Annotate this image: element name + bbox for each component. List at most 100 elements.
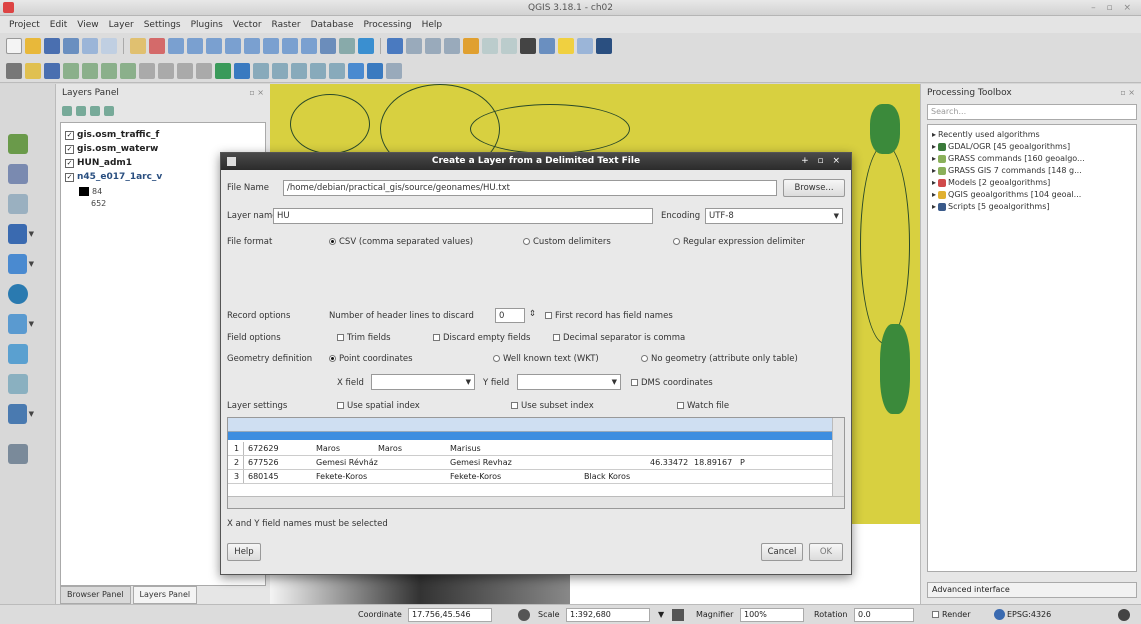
- trim-fields-checkbox[interactable]: Trim fields: [337, 333, 391, 343]
- layer-labeling-icon[interactable]: [234, 62, 250, 79]
- add-postgis-button[interactable]: ▼: [8, 222, 34, 246]
- pan-to-selection-icon[interactable]: [149, 38, 165, 54]
- cancel-button[interactable]: Cancel: [761, 543, 803, 561]
- file-name-input[interactable]: /home/debian/practical_gis/source/geonam…: [283, 180, 777, 196]
- scale-field[interactable]: 1:392,680: [566, 608, 650, 622]
- subset-index-checkbox[interactable]: Use subset index: [511, 401, 594, 411]
- layer-row[interactable]: ✓ gis.osm_traffic_f: [65, 129, 159, 141]
- browse-button[interactable]: Browse...: [783, 179, 845, 197]
- header-lines-spinbox[interactable]: 0: [495, 308, 525, 323]
- tree-item[interactable]: ▸ Recently used algorithms: [932, 129, 1040, 140]
- toggle-editing-icon[interactable]: [25, 62, 41, 79]
- add-feature-icon[interactable]: [63, 62, 79, 79]
- select-features-icon[interactable]: [406, 38, 422, 54]
- help-button[interactable]: Help: [227, 543, 261, 561]
- current-edits-icon[interactable]: [6, 62, 22, 79]
- y-field-select[interactable]: ▼: [517, 374, 621, 390]
- summary-icon[interactable]: [501, 38, 517, 54]
- tree-item[interactable]: ▸ GDAL/OGR [45 geoalgorithms]: [932, 141, 1070, 152]
- panel-controls[interactable]: ▫ ×: [1120, 84, 1135, 102]
- node-tool-icon[interactable]: [101, 62, 117, 79]
- add-wfs-button[interactable]: [8, 342, 34, 366]
- menu-database[interactable]: Database: [306, 20, 359, 30]
- watch-file-checkbox[interactable]: Watch file: [677, 401, 729, 411]
- format-regex-radio[interactable]: Regular expression delimiter: [673, 237, 805, 247]
- spatial-index-checkbox[interactable]: Use spatial index: [337, 401, 420, 411]
- add-vector-layer-button[interactable]: [8, 132, 34, 156]
- copy-features-icon[interactable]: [158, 62, 174, 79]
- add-group-icon[interactable]: [76, 106, 86, 116]
- statistics-icon[interactable]: [482, 38, 498, 54]
- menu-plugins[interactable]: Plugins: [186, 20, 228, 30]
- menu-help[interactable]: Help: [417, 20, 448, 30]
- menu-project[interactable]: Project: [4, 20, 45, 30]
- discard-empty-checkbox[interactable]: Discard empty fields: [433, 333, 530, 343]
- coordinate-field[interactable]: 17.756,45.546: [408, 608, 492, 622]
- encoding-select[interactable]: UTF-8 ▼: [705, 208, 843, 224]
- geom-wkt-radio[interactable]: Well known text (WKT): [493, 354, 599, 364]
- change-label-icon[interactable]: [329, 62, 345, 79]
- layer-visibility-checkbox[interactable]: ✓: [65, 158, 74, 168]
- ok-button[interactable]: OK: [809, 543, 843, 561]
- layer-row[interactable]: ✓ n45_e017_1arc_v: [65, 171, 162, 183]
- undo-icon[interactable]: [196, 62, 212, 79]
- add-spatialite-button[interactable]: ▼: [8, 252, 34, 276]
- move-label-icon[interactable]: [291, 62, 307, 79]
- save-as-icon[interactable]: [63, 38, 79, 54]
- tree-item[interactable]: ▸ QGIS geoalgorithms [104 geoal...: [932, 189, 1081, 200]
- zoom-full-icon[interactable]: [206, 38, 222, 54]
- messages-icon[interactable]: [1118, 609, 1130, 621]
- new-project-icon[interactable]: [6, 38, 22, 54]
- print-composer-icon[interactable]: [82, 38, 98, 54]
- dms-checkbox[interactable]: DMS coordinates: [631, 378, 713, 388]
- tab-layers-panel[interactable]: Layers Panel: [132, 586, 198, 604]
- scale-dropdown-icon[interactable]: ▼: [658, 608, 664, 622]
- label-icon[interactable]: [215, 62, 231, 79]
- format-csv-radio[interactable]: CSV (comma separated values): [329, 237, 473, 247]
- add-mssql-button[interactable]: [8, 372, 34, 396]
- sigma-icon[interactable]: [520, 38, 536, 54]
- menu-vector[interactable]: Vector: [228, 20, 267, 30]
- gps-tool-button[interactable]: [8, 442, 34, 466]
- tree-item[interactable]: ▸ GRASS GIS 7 commands [148 g...: [932, 165, 1082, 176]
- save-edits-icon[interactable]: [44, 62, 60, 79]
- render-checkbox[interactable]: Render: [932, 608, 970, 622]
- move-feature-icon[interactable]: [82, 62, 98, 79]
- layer-visibility-checkbox[interactable]: ✓: [65, 172, 74, 182]
- menu-processing[interactable]: Processing: [359, 20, 417, 30]
- field-calculator-icon[interactable]: [463, 38, 479, 54]
- paste-features-icon[interactable]: [177, 62, 193, 79]
- tree-item[interactable]: ▸ Scripts [5 geoalgorithms]: [932, 201, 1049, 212]
- toolbox-search-input[interactable]: Search...: [927, 104, 1137, 120]
- zoom-layer-icon[interactable]: [244, 38, 260, 54]
- menu-view[interactable]: View: [72, 20, 103, 30]
- rotate-label-icon[interactable]: [310, 62, 326, 79]
- annotation-icon[interactable]: [577, 38, 593, 54]
- menu-layer[interactable]: Layer: [104, 20, 139, 30]
- extents-toggle-icon[interactable]: [518, 609, 530, 621]
- python-console-icon[interactable]: [596, 38, 612, 54]
- magnifier-field[interactable]: 100%: [740, 608, 804, 622]
- table-vertical-scrollbar[interactable]: [832, 418, 844, 496]
- rotation-field[interactable]: 0.0: [854, 608, 914, 622]
- save-project-icon[interactable]: [44, 38, 60, 54]
- layer-visibility-checkbox[interactable]: ✓: [65, 144, 74, 154]
- first-record-checkbox[interactable]: First record has field names: [545, 311, 673, 321]
- spin-arrows-icon[interactable]: ⇕: [529, 309, 536, 319]
- zoom-native-icon[interactable]: [263, 38, 279, 54]
- layer-name-input[interactable]: HU: [273, 208, 653, 224]
- add-wcs-button[interactable]: ▼: [8, 312, 34, 336]
- lock-scale-icon[interactable]: [672, 609, 684, 621]
- open-project-icon[interactable]: [25, 38, 41, 54]
- decimal-comma-checkbox[interactable]: Decimal separator is comma: [553, 333, 685, 343]
- measure-icon[interactable]: [425, 38, 441, 54]
- menu-settings[interactable]: Settings: [139, 20, 186, 30]
- tree-item[interactable]: ▸ GRASS commands [160 geoalgo...: [932, 153, 1085, 164]
- map-tips-icon[interactable]: [558, 38, 574, 54]
- attribute-table-icon[interactable]: [444, 38, 460, 54]
- panel-controls[interactable]: ▫ ×: [249, 84, 264, 102]
- add-delimited-text-button[interactable]: [8, 192, 34, 216]
- plugin-tool-2-icon[interactable]: [386, 62, 402, 79]
- dialog-window-controls[interactable]: + ▫ ×: [801, 153, 843, 170]
- crs-button[interactable]: EPSG:4326: [994, 608, 1051, 622]
